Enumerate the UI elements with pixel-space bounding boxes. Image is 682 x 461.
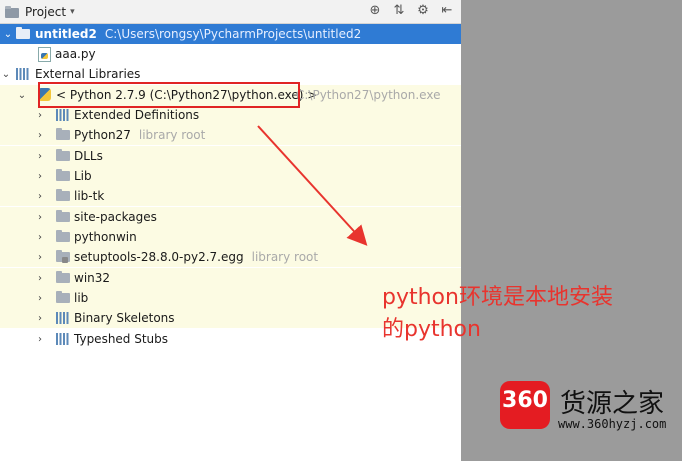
library-icon	[56, 109, 70, 121]
tree-row-site-packages[interactable]: › site-packages	[0, 207, 461, 227]
watermark-url: www.360hyzj.com	[558, 417, 667, 431]
expand-arrow-icon[interactable]: ›	[35, 151, 45, 162]
tree-row-extended-definitions[interactable]: › Extended Definitions	[0, 105, 461, 125]
watermark: 360 货源之家 www.360hyzj.com	[500, 375, 680, 437]
highlight-box	[38, 82, 300, 108]
folder-icon	[56, 169, 70, 182]
folder-icon	[56, 271, 70, 284]
expand-arrow-icon[interactable]: ›	[35, 191, 45, 202]
folder-icon	[56, 291, 70, 304]
external-libraries-label: External Libraries	[35, 67, 141, 81]
tree-row-file[interactable]: aaa.py	[0, 44, 461, 64]
tree-item-label: win32	[74, 271, 111, 285]
annotation-line-2: 的python	[382, 317, 481, 342]
expand-arrow-icon[interactable]: ›	[35, 110, 45, 121]
tree-item-label: DLLs	[74, 149, 103, 163]
tree-row-external-libraries[interactable]: ⌄ External Libraries	[0, 64, 461, 84]
tree-row-python27[interactable]: › Python27 library root	[0, 125, 461, 145]
folder-icon	[56, 230, 70, 243]
tree-item-label: pythonwin	[74, 230, 137, 244]
annotation-text: python环境是本地安装 的python	[382, 282, 613, 346]
tree-item-label: lib	[74, 291, 89, 305]
tree-row-setuptools[interactable]: › setuptools-28.8.0-py2.7.egg library roo…	[0, 247, 461, 267]
folder-icon	[16, 27, 30, 40]
collapse-arrow-icon[interactable]: ⌄	[17, 90, 27, 101]
tree-row-project[interactable]: ⌄ untitled2 C:\Users\rongsy\PycharmProjec…	[0, 24, 461, 44]
watermark-logo-text: 360	[502, 388, 548, 413]
project-name-label: untitled2 C:\Users\rongsy\PycharmProjects…	[35, 27, 362, 41]
expand-arrow-icon[interactable]: ›	[35, 232, 45, 243]
project-folder-icon	[5, 5, 19, 18]
scroll-from-source-icon[interactable]: ⊕	[367, 3, 383, 19]
hide-panel-icon[interactable]: ⇤	[439, 3, 455, 19]
collapse-arrow-icon[interactable]: ⌄	[3, 29, 13, 40]
project-header: Project ▾ ⊕ ⇅ ⚙ ⇤	[0, 0, 461, 24]
library-icon	[16, 68, 30, 80]
header-toolbar: ⊕ ⇅ ⚙ ⇤	[367, 3, 455, 19]
tree-row-dlls[interactable]: › DLLs	[0, 146, 461, 166]
tree-item-label: Lib	[74, 169, 92, 183]
tree-item-label: Python27 library root	[74, 128, 206, 142]
expand-arrow-icon[interactable]: ›	[35, 313, 45, 324]
collapse-arrow-icon[interactable]: ⌄	[1, 69, 11, 80]
annotation-line-1: python环境是本地安装	[382, 285, 613, 310]
python-sdk-path: C:\Python27\python.exe	[296, 88, 441, 102]
folder-icon	[56, 210, 70, 223]
expand-arrow-icon[interactable]: ›	[35, 334, 45, 345]
tree-row-pythonwin[interactable]: › pythonwin	[0, 227, 461, 247]
collapse-all-icon[interactable]: ⇅	[391, 3, 407, 19]
expand-arrow-icon[interactable]: ›	[35, 171, 45, 182]
expand-arrow-icon[interactable]: ›	[35, 293, 45, 304]
tree-row-lib-tk[interactable]: › lib-tk	[0, 186, 461, 206]
tree-row-lib[interactable]: › Lib	[0, 166, 461, 186]
tree-item-label: Extended Definitions	[74, 108, 200, 122]
folder-icon	[56, 128, 70, 141]
tree-item-label: Binary Skeletons	[74, 311, 175, 325]
view-dropdown-icon[interactable]: ▾	[70, 7, 75, 17]
project-tool-window: Project ▾ ⊕ ⇅ ⚙ ⇤ ⌄ untitled2 C:\Users\ro…	[0, 0, 461, 461]
expand-arrow-icon[interactable]: ›	[35, 130, 45, 141]
library-icon	[56, 333, 70, 345]
egg-archive-icon	[56, 250, 70, 263]
file-label: aaa.py	[55, 47, 96, 61]
folder-icon	[56, 189, 70, 202]
watermark-name: 货源之家	[560, 389, 665, 419]
folder-icon	[56, 149, 70, 162]
expand-arrow-icon[interactable]: ›	[35, 273, 45, 284]
settings-gear-icon[interactable]: ⚙	[415, 3, 431, 19]
library-icon	[56, 312, 70, 324]
python-file-icon	[38, 47, 52, 62]
expand-arrow-icon[interactable]: ›	[35, 252, 45, 263]
project-view-title[interactable]: Project	[25, 5, 66, 19]
expand-arrow-icon[interactable]: ›	[35, 212, 45, 223]
tree-item-label: Typeshed Stubs	[74, 332, 169, 346]
tree-item-label: lib-tk	[74, 189, 105, 203]
tree-item-label: site-packages	[74, 210, 157, 224]
tree-item-label: setuptools-28.8.0-py2.7.egg library root	[74, 250, 319, 264]
